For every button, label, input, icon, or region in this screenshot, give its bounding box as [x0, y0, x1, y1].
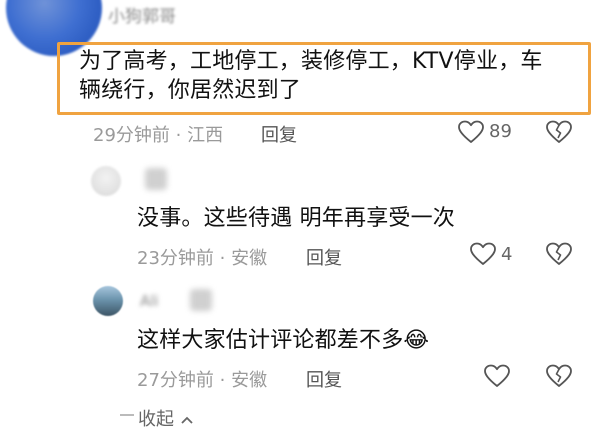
- comment-text: 这样大家估计评论都差不多😂: [137, 326, 429, 355]
- divider: [120, 414, 134, 416]
- comment-time: 29分钟前: [93, 125, 170, 146]
- reply-button[interactable]: 回复: [306, 244, 342, 270]
- comment-location: 安徽: [231, 370, 268, 391]
- username-blurred: [190, 289, 212, 311]
- meta-separator: ·: [219, 370, 226, 391]
- chevron-up-icon: [180, 415, 194, 425]
- comment-text-line: 辆绕行，你居然迟到了: [79, 78, 302, 103]
- reply-button[interactable]: 回复: [261, 121, 297, 147]
- comment-text: 没事。这些待遇 明年再享受一次: [137, 206, 455, 231]
- comment-location: 江西: [187, 125, 224, 146]
- heart-outline-icon[interactable]: [458, 120, 484, 144]
- username[interactable]: 小狗郭哥: [108, 2, 176, 27]
- avatar[interactable]: [91, 166, 121, 196]
- comment-text-line: 为了高考，工地停工，装修停工，KTV停业，车: [79, 49, 543, 74]
- emoji: 😂: [403, 328, 430, 353]
- broken-heart-icon[interactable]: [546, 242, 572, 266]
- avatar[interactable]: [93, 286, 123, 316]
- collapse-label: 收起: [138, 409, 174, 430]
- broken-heart-icon[interactable]: [546, 364, 572, 388]
- comment-meta: 23分钟前 · 安徽: [137, 244, 267, 270]
- comment-location: 安徽: [231, 248, 268, 269]
- like-count: 4: [501, 244, 513, 265]
- username-blurred: [145, 168, 167, 190]
- comment-text-body: 这样大家估计评论都差不多: [137, 328, 404, 353]
- broken-heart-icon[interactable]: [546, 120, 572, 144]
- meta-separator: ·: [219, 248, 226, 269]
- reply-button[interactable]: 回复: [306, 366, 342, 392]
- username[interactable]: Ali: [140, 292, 159, 310]
- comment-time: 27分钟前: [137, 370, 214, 391]
- heart-outline-icon[interactable]: [484, 364, 510, 388]
- collapse-button[interactable]: 收起: [138, 405, 194, 431]
- like-count: 89: [489, 121, 512, 142]
- comment-meta: 29分钟前 · 江西: [93, 121, 223, 147]
- comment-meta: 27分钟前 · 安徽: [137, 366, 267, 392]
- comment-text: 为了高考，工地停工，装修停工，KTV停业，车 辆绕行，你居然迟到了: [79, 47, 579, 105]
- comment-time: 23分钟前: [137, 248, 214, 269]
- heart-outline-icon[interactable]: [470, 242, 496, 266]
- meta-separator: ·: [175, 125, 182, 146]
